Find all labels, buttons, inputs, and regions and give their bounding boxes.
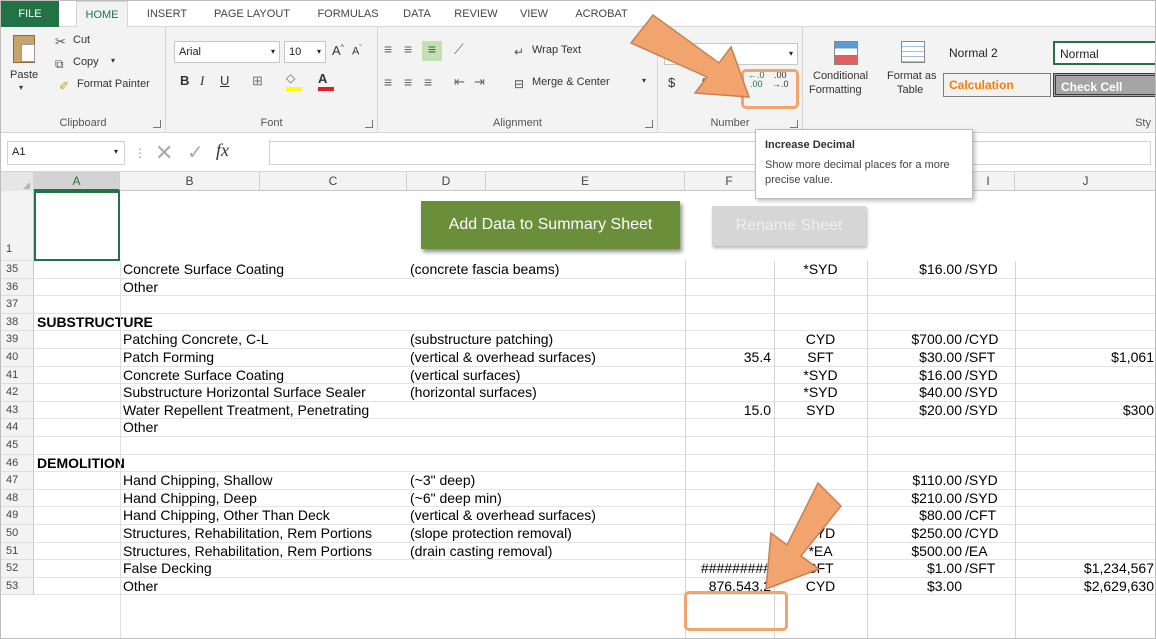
excel-window: FILE HOME INSERT PAGE LAYOUT FORMULAS DA… [0, 0, 1156, 639]
arrow-icon [629, 13, 751, 98]
arrow-icon [765, 481, 843, 591]
annotation-arrows [629, 13, 843, 591]
